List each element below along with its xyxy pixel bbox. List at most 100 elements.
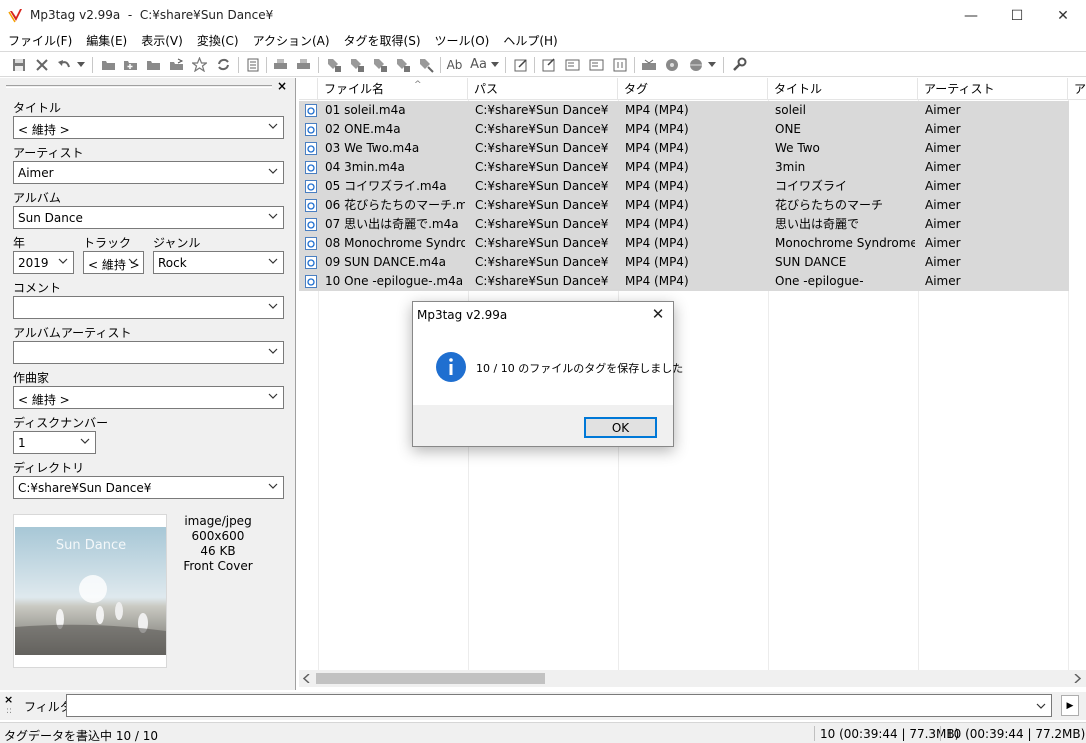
column-icon-header[interactable]: [299, 78, 318, 100]
toolbar-separator: [92, 57, 93, 73]
cell-filename: 07 思い出は奇麗で.m4a: [325, 217, 459, 231]
save-complete-dialog: Mp3tag v2.99a ✕ 10 / 10 のファイルのタグを保存しました …: [412, 301, 683, 447]
filter-input[interactable]: [66, 694, 1052, 717]
ok-button[interactable]: OK: [584, 417, 657, 438]
cover-art-title: Sun Dance: [56, 538, 126, 553]
cell-tag: MP4 (MP4): [625, 255, 689, 269]
table-row[interactable]: 04 3min.m4a C:¥share¥Sun Dance¥ MP4 (MP4) 3…: [299, 158, 1069, 177]
case-icon[interactable]: Aa: [470, 56, 487, 73]
audio-file-icon: [305, 104, 317, 117]
playlist-icon[interactable]: [564, 56, 581, 73]
column-tag[interactable]: タグ: [618, 78, 768, 100]
favorite-folder-icon[interactable]: [145, 56, 162, 73]
filename-to-filename-icon[interactable]: [371, 56, 388, 73]
menu-file[interactable]: ファイル(F): [0, 31, 79, 51]
directory-combo[interactable]: C:¥share¥Sun Dance¥: [13, 476, 284, 499]
column-artist[interactable]: アーティスト: [918, 78, 1068, 100]
year-combo[interactable]: 2019: [13, 251, 74, 274]
table-row[interactable]: 09 SUN DANCE.m4a C:¥share¥Sun Dance¥ MP4 (…: [299, 253, 1069, 272]
menu-tools[interactable]: ツール(O): [428, 31, 497, 51]
scroll-left-icon[interactable]: [303, 674, 311, 683]
column-filename[interactable]: ファイル名 ^: [318, 78, 468, 100]
menu-help[interactable]: ヘルプ(H): [496, 31, 564, 51]
menu-view[interactable]: 表示(V): [134, 31, 190, 51]
panel-grip[interactable]: [6, 85, 272, 88]
album-artist-combo[interactable]: [13, 341, 284, 364]
cell-path: C:¥share¥Sun Dance¥: [475, 141, 609, 155]
toolbar-separator: [238, 57, 239, 73]
comment-combo[interactable]: [13, 296, 284, 319]
disc-number-combo[interactable]: 1: [13, 431, 96, 454]
close-window-button[interactable]: ✕: [1040, 0, 1086, 31]
menu-edit[interactable]: 編集(E): [79, 31, 134, 51]
artist-combo[interactable]: Aimer: [13, 161, 284, 184]
table-row[interactable]: 05 コイワズライ.m4a C:¥share¥Sun Dance¥ MP4 (MP4…: [299, 177, 1069, 196]
tag-to-tag-icon[interactable]: [417, 56, 434, 73]
horizontal-scrollbar[interactable]: [299, 670, 1086, 687]
cover-type: Front Cover: [183, 559, 253, 573]
cell-path: C:¥share¥Sun Dance¥: [475, 255, 609, 269]
list-icon[interactable]: [244, 56, 261, 73]
table-row[interactable]: 03 We Two.m4a C:¥share¥Sun Dance¥ MP4 (MP4…: [299, 139, 1069, 158]
web-icon[interactable]: [687, 56, 704, 73]
table-row[interactable]: 06 花びらたちのマーチ.m4a C:¥share¥Sun Dance¥ MP4 (…: [299, 196, 1069, 215]
dialog-title: Mp3tag v2.99a: [417, 308, 508, 322]
column-title[interactable]: タイトル: [768, 78, 918, 100]
freedb-icon[interactable]: [640, 56, 657, 73]
case-dropdown-icon[interactable]: [490, 56, 500, 73]
open-folder-icon[interactable]: [100, 56, 117, 73]
table-row[interactable]: 02 ONE.m4a C:¥share¥Sun Dance¥ MP4 (MP4) ON…: [299, 120, 1069, 139]
tag-to-filename-icon[interactable]: [325, 56, 342, 73]
cell-title: コイワズライ: [775, 179, 848, 193]
remove-tag-icon[interactable]: [33, 56, 50, 73]
menu-convert[interactable]: 変換(C): [190, 31, 246, 51]
table-row[interactable]: 08 Monochrome Syndro... C:¥share¥Sun Danc…: [299, 234, 1069, 253]
refresh-icon[interactable]: [215, 56, 232, 73]
table-row[interactable]: 01 soleil.m4a C:¥share¥Sun Dance¥ MP4 (MP4…: [299, 101, 1069, 120]
playlist2-icon[interactable]: [588, 56, 605, 73]
maximize-button[interactable]: ☐: [994, 0, 1040, 31]
undo-dropdown-icon[interactable]: [76, 56, 86, 73]
undo-icon[interactable]: [56, 56, 73, 73]
menu-tag-sources[interactable]: タグを取得(S): [337, 31, 428, 51]
filter-go-button[interactable]: ▶: [1061, 695, 1079, 716]
edit-icon[interactable]: [512, 56, 529, 73]
filter-close-button[interactable]: ×: [4, 693, 13, 706]
title-combo[interactable]: < 維持 >: [13, 116, 284, 139]
status-separator: [814, 726, 815, 741]
web-dropdown-icon[interactable]: [707, 56, 717, 73]
disc-number-label: ディスクナンバー: [13, 416, 109, 430]
table-row[interactable]: 10 One -epilogue-.m4a C:¥share¥Sun Dance¥…: [299, 272, 1069, 291]
star-icon[interactable]: [191, 56, 208, 73]
minimize-button[interactable]: —: [948, 0, 994, 31]
export-html-icon[interactable]: [540, 56, 557, 73]
column-album-partial[interactable]: ア: [1068, 78, 1086, 100]
copy-tag-icon[interactable]: [295, 56, 312, 73]
amazon-icon[interactable]: [663, 56, 680, 73]
track-combo[interactable]: < 維持 >: [83, 251, 144, 274]
column-path[interactable]: パス: [468, 78, 618, 100]
filter-bar: × :: フィルタ: ▶: [0, 692, 1086, 720]
print-icon[interactable]: [272, 56, 289, 73]
autonumber-icon[interactable]: Ab: [446, 56, 463, 73]
table-row[interactable]: 07 思い出は奇麗で.m4a C:¥share¥Sun Dance¥ MP4 (MP…: [299, 215, 1069, 234]
genre-combo[interactable]: Rock: [153, 251, 284, 274]
sort-icon[interactable]: [611, 56, 628, 73]
artist-value: Aimer: [18, 166, 54, 180]
album-combo[interactable]: Sun Dance: [13, 206, 284, 229]
textfile-icon[interactable]: [394, 56, 411, 73]
settings-wrench-icon[interactable]: [731, 56, 748, 73]
filename-to-tag-icon[interactable]: [348, 56, 365, 73]
dialog-close-button[interactable]: ✕: [646, 304, 670, 324]
cell-title: ONE: [775, 122, 802, 136]
cover-art[interactable]: Sun Dance: [13, 514, 167, 668]
export-icon[interactable]: [168, 56, 185, 73]
menu-actions[interactable]: アクション(A): [246, 31, 337, 51]
composer-combo[interactable]: < 維持 >: [13, 386, 284, 409]
menu-bar: ファイル(F) 編集(E) 表示(V) 変換(C) アクション(A) タグを取得…: [0, 31, 1086, 51]
add-folder-icon[interactable]: [122, 56, 139, 73]
tag-panel-close-button[interactable]: ×: [277, 79, 287, 93]
save-icon[interactable]: [10, 56, 27, 73]
scroll-right-icon[interactable]: [1073, 674, 1081, 683]
scrollbar-thumb[interactable]: [316, 673, 545, 684]
